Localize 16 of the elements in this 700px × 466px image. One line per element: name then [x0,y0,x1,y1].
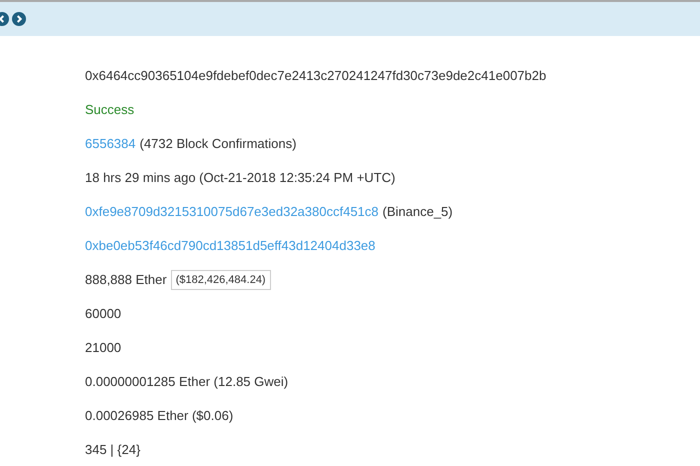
value-text: 21000 [85,338,122,357]
value-text: (Binance_5) [382,202,453,221]
value-text: 0x6464cc90365104e9fdebef0dec7e2413c270241247fd30c73e9de2c41e007b2b [85,66,546,85]
value-text: 18 hrs 29 mins ago (Oct-21-2018 12:35:24 PM +UTC) [85,168,396,187]
address-link[interactable]: 0xfe9e8709d3215310075d67e3ed32a380ccf451c8 [85,202,379,222]
usd-value-badge: ($182,426,484.24) [170,270,271,290]
value-text: 888,888 Ether [85,270,167,289]
next-icon[interactable] [12,12,26,26]
value-text: 345 | {24} [85,440,140,459]
value-text: 0.00000001285 Ether (12.85 Gwei) [85,372,288,391]
address-link[interactable]: 0xbe0eb53f46cd790cd13851d5eff43d12404d33e8 [85,236,376,256]
value-text: 0.00026985 Ether ($0.06) [85,406,234,425]
value-text: (4732 Block Confirmations) [140,134,296,153]
address-link[interactable]: 6556384 [85,134,136,154]
status-text: Success [85,100,134,119]
value-text: 60000 [85,304,122,323]
